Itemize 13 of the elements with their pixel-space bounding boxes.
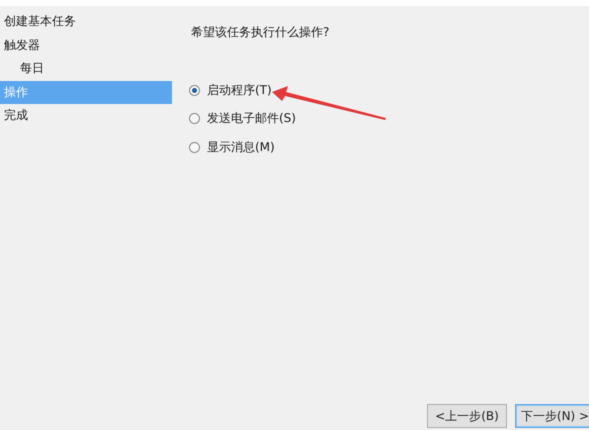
nav-step[interactable]: 每日 (0, 57, 172, 80)
radio-button[interactable] (189, 113, 200, 124)
option-label[interactable]: 启动程序(T) (207, 82, 272, 99)
question-text: 希望该任务执行什么操作? (191, 24, 330, 41)
option-label[interactable]: 发送电子邮件(S) (207, 110, 296, 128)
nav-step[interactable]: 触发器 (0, 34, 172, 57)
nav-step[interactable]: 创建基本任务 (0, 10, 172, 34)
next-button[interactable]: 下一步(N) > (515, 404, 589, 428)
radio-button[interactable] (189, 84, 200, 96)
nav-step[interactable]: 完成 (0, 104, 172, 128)
option-label[interactable]: 显示消息(M) (207, 138, 275, 156)
radio-button[interactable] (189, 142, 200, 153)
back-button[interactable]: <上一步(B) (427, 404, 507, 428)
